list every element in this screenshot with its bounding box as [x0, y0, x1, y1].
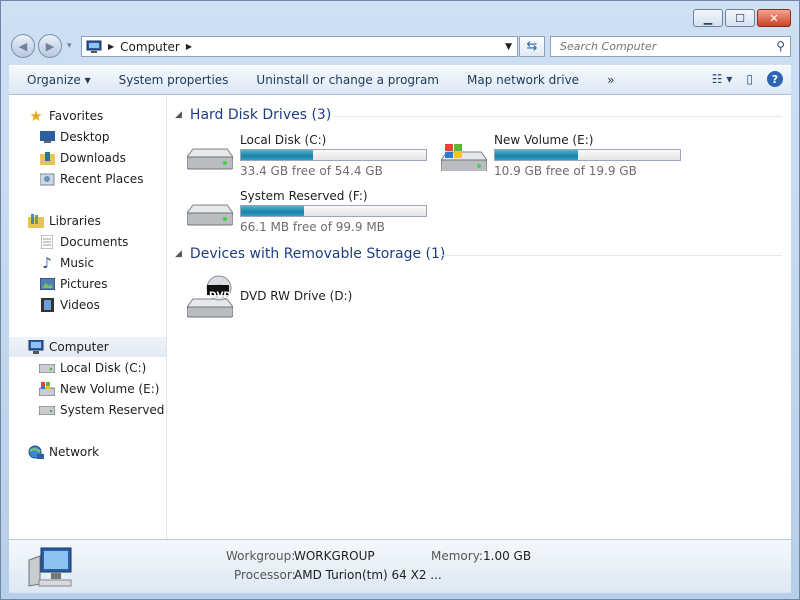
sidebar-item-favorites[interactable]: ★ Favorites — [28, 106, 103, 126]
sidebar-item-videos[interactable]: Videos — [39, 295, 100, 315]
preview-pane-icon[interactable]: ▯ — [746, 72, 753, 86]
details-pane: Workgroup: WORKGROUP Memory: 1.00 GB Pro… — [9, 539, 791, 593]
more-commands-button[interactable]: » — [593, 73, 628, 87]
star-icon: ★ — [29, 107, 43, 125]
memory-value: 1.00 GB — [483, 549, 532, 563]
forward-arrow-icon: ▶ — [45, 39, 55, 53]
history-dropdown-icon[interactable]: ▾ — [67, 41, 72, 51]
usage-bar — [240, 149, 427, 161]
sidebar-item-computer[interactable]: Computer — [9, 337, 166, 357]
sidebar-item-local-disk[interactable]: Local Disk (C:) — [39, 358, 146, 378]
sidebar-item-network[interactable]: Network — [28, 442, 99, 462]
uninstall-program-button[interactable]: Uninstall or change a program — [242, 73, 453, 87]
navigation-pane: ★ Favorites Desktop Downloads Recent Plac… — [9, 95, 167, 539]
libraries-icon — [28, 213, 44, 229]
network-icon — [28, 444, 44, 460]
workgroup-label: Workgroup: — [226, 549, 296, 563]
drive-new-volume[interactable]: New Volume (E:) 10.9 GB free of 19.9 GB — [441, 133, 691, 181]
system-properties-button[interactable]: System properties — [105, 73, 243, 87]
address-bar[interactable]: ▶ Computer ▶ ▼ — [81, 36, 518, 57]
address-dropdown-icon[interactable]: ▼ — [505, 42, 512, 52]
sidebar-item-new-volume[interactable]: New Volume (E:) — [39, 379, 159, 399]
drive-dvd[interactable]: DVD DVD RW Drive (D:) — [187, 275, 407, 323]
hard-drive-icon — [187, 148, 233, 170]
minimize-button[interactable]: ▁ — [693, 9, 723, 27]
drive-system-reserved[interactable]: System Reserved (F:) 66.1 MB free of 99.… — [187, 189, 437, 237]
recent-places-icon — [39, 171, 55, 187]
group-divider — [332, 116, 782, 117]
desktop-icon — [39, 129, 55, 145]
sidebar-item-system-reserved[interactable]: System Reserved (F:) — [39, 400, 166, 420]
command-bar: Organize ▾ System properties Uninstall o… — [9, 65, 791, 95]
breadcrumb-arrow-icon[interactable]: ▶ — [108, 42, 114, 51]
computer-icon — [28, 547, 72, 587]
downloads-folder-icon — [39, 150, 55, 166]
collapse-triangle-icon[interactable]: ◢ — [175, 110, 182, 120]
maximize-button[interactable]: ☐ — [725, 9, 755, 27]
usage-fill — [241, 150, 314, 160]
explorer-window: ▁ ☐ ✕ ◀ ▶ ▾ ▶ Computer ▶ ▼ ⇆ ⚲ Organize … — [0, 0, 800, 600]
hard-drive-icon — [39, 402, 55, 418]
group-header-hard-disk-drives[interactable]: ◢ Hard Disk Drives (3) — [175, 107, 331, 123]
sidebar-item-music[interactable]: ♪ Music — [39, 253, 94, 273]
windows-drive-icon — [39, 381, 55, 397]
map-network-drive-button[interactable]: Map network drive — [453, 73, 593, 87]
hard-drive-icon — [39, 360, 55, 376]
computer-icon — [86, 40, 102, 53]
content-pane: ◢ Hard Disk Drives (3) Local Disk (C:) 3… — [167, 95, 791, 539]
hard-drive-icon — [187, 204, 233, 226]
computer-icon — [28, 339, 44, 355]
windows-drive-icon — [441, 144, 487, 171]
memory-label: Memory: — [431, 549, 483, 563]
documents-icon — [39, 234, 55, 250]
usage-fill — [495, 150, 579, 160]
forward-button[interactable]: ▶ — [38, 34, 62, 58]
pictures-icon — [39, 276, 55, 292]
dvd-badge: DVD — [209, 291, 231, 301]
usage-fill — [241, 206, 304, 216]
navigation-buttons: ◀ ▶ ▾ — [11, 34, 72, 58]
sidebar-item-pictures[interactable]: Pictures — [39, 274, 108, 294]
videos-icon — [39, 297, 55, 313]
music-icon: ♪ — [42, 254, 52, 272]
drive-local-disk[interactable]: Local Disk (C:) 33.4 GB free of 54.4 GB — [187, 133, 437, 181]
processor-value: AMD Turion(tm) 64 X2 ... — [294, 568, 442, 582]
back-arrow-icon: ◀ — [18, 39, 28, 53]
view-options-icon[interactable]: ☷ ▾ — [712, 72, 733, 86]
refresh-button[interactable]: ⇆ — [519, 36, 545, 57]
sidebar-item-recent-places[interactable]: Recent Places — [39, 169, 143, 189]
back-button[interactable]: ◀ — [11, 34, 35, 58]
breadcrumb-computer[interactable]: Computer — [120, 40, 180, 54]
processor-label: Processor: — [234, 568, 296, 582]
group-divider — [439, 255, 782, 256]
help-icon[interactable]: ? — [767, 71, 783, 87]
close-button[interactable]: ✕ — [757, 9, 791, 27]
usage-bar — [240, 205, 427, 217]
search-box[interactable]: ⚲ — [550, 36, 791, 57]
search-input[interactable] — [558, 39, 762, 54]
workgroup-value: WORKGROUP — [294, 549, 375, 563]
sidebar-item-documents[interactable]: Documents — [39, 232, 128, 252]
sidebar-item-downloads[interactable]: Downloads — [39, 148, 126, 168]
usage-bar — [494, 149, 681, 161]
organize-button[interactable]: Organize ▾ — [9, 73, 105, 87]
refresh-icon: ⇆ — [526, 39, 538, 54]
sidebar-item-libraries[interactable]: Libraries — [28, 211, 101, 231]
breadcrumb-arrow-icon[interactable]: ▶ — [186, 42, 192, 51]
window-controls: ▁ ☐ ✕ — [693, 9, 791, 27]
search-icon[interactable]: ⚲ — [776, 39, 785, 53]
sidebar-item-desktop[interactable]: Desktop — [39, 127, 110, 147]
group-header-removable-storage[interactable]: ◢ Devices with Removable Storage (1) — [175, 246, 445, 262]
collapse-triangle-icon[interactable]: ◢ — [175, 249, 182, 259]
